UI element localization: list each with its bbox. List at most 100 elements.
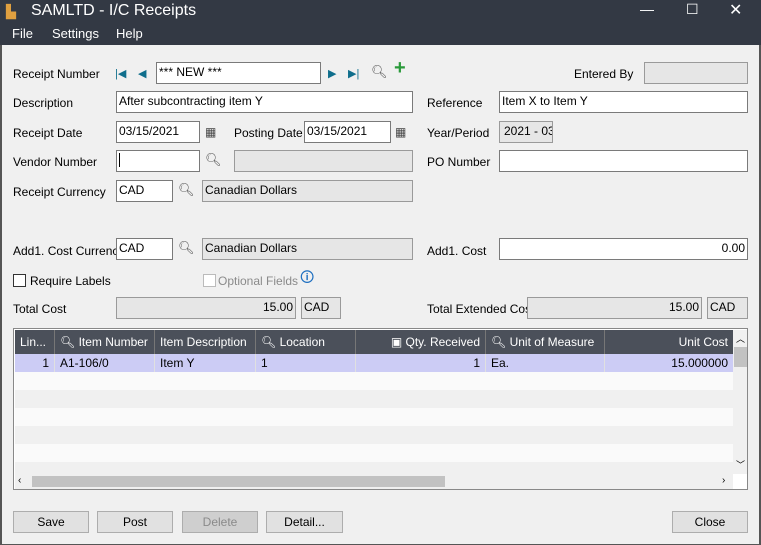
posting-date-input[interactable]: 03/15/2021 [304,121,391,143]
column-header-qty-received[interactable]: ▣ Qty. Received [356,330,486,354]
total-extended-cost-currency: CAD [707,297,748,319]
receipt-currency-description: Canadian Dollars [202,180,413,202]
last-record-icon[interactable]: ▶| [348,67,359,81]
search-icon[interactable]: 🔍︎ [178,183,195,197]
menu-help[interactable]: Help [116,26,143,41]
column-label: Item Number [78,335,148,349]
cell-line: 1 [15,354,55,372]
optional-fields-checkbox[interactable] [203,274,216,287]
column-header-item-number[interactable]: 🔍︎ Item Number [55,330,155,354]
description-label: Description [13,96,74,110]
po-number-label: PO Number [427,155,491,169]
optional-fields-label: Optional Fields [218,274,299,288]
addl-cost-input[interactable]: 0.00 [499,238,748,260]
add-icon[interactable]: + [394,58,406,78]
year-period-label: Year/Period [427,126,490,140]
optional-fields-info-icon[interactable]: 🛈 [300,270,314,284]
cell-unit-of-measure: Ea. [486,354,605,372]
table-row[interactable] [15,390,733,408]
receipt-number-input[interactable]: *** NEW *** [156,62,321,84]
receipt-currency-label: Receipt Currency [13,185,106,199]
table-row[interactable] [15,408,733,426]
detail-button[interactable]: Detail... [266,511,343,533]
total-cost-label: Total Cost [13,302,67,316]
horizontal-scroll-thumb[interactable] [32,476,445,487]
table-row[interactable] [15,426,733,444]
receipt-date-label: Receipt Date [13,126,83,140]
addl-cost-currency-description: Canadian Dollars [202,238,413,260]
vendor-number-input[interactable] [116,150,200,172]
addl-cost-label: Add1. Cost [427,244,487,258]
first-record-icon[interactable]: |◀ [115,67,126,81]
cell-unit-cost: 15.000000 [605,354,734,372]
reference-input[interactable]: Item X to Item Y [499,91,748,113]
cell-item-description: Item Y [155,354,256,372]
search-icon: 🔍︎ [60,335,79,349]
require-labels-label: Require Labels [30,274,111,288]
entered-by-label: Entered By [574,67,634,81]
description-input[interactable]: After subcontracting item Y [116,91,413,113]
column-label: Unit of Measure [509,335,595,349]
column-header-item-description[interactable]: Item Description [155,330,256,354]
search-icon[interactable]: 🔍︎ [371,65,388,79]
column-header-location[interactable]: 🔍︎ Location [256,330,356,354]
entered-by-field [644,62,748,84]
vertical-scrollbar[interactable]: ︿ ﹀ [733,330,747,474]
search-icon[interactable]: 🔍︎ [178,241,195,255]
addl-cost-currency-label: Add1. Cost Currency [13,244,125,258]
menu-bar: File Settings Help [0,22,761,45]
vendor-number-label: Vendor Number [13,155,98,169]
column-header-unit-of-measure[interactable]: 🔍︎ Unit of Measure [486,330,605,354]
vendor-name-field [234,150,413,172]
calendar-icon[interactable]: ▦ [395,125,406,139]
column-header-unit-cost[interactable]: Unit Cost [605,330,734,354]
serial-lot-icon: ▣ [390,335,406,349]
require-labels-checkbox[interactable] [13,274,26,287]
scroll-up-icon[interactable]: ︿ [736,332,745,345]
table-row[interactable] [15,462,733,474]
po-number-input[interactable] [499,150,748,172]
close-button[interactable]: Close [672,511,748,533]
scroll-right-icon[interactable]: › [722,475,725,486]
addl-cost-currency-input[interactable]: CAD [116,238,173,260]
menu-settings[interactable]: Settings [52,26,99,41]
receipt-number-label: Receipt Number [13,67,100,81]
total-cost-field: 15.00 [116,297,296,319]
maximize-button[interactable]: ☐ [686,1,699,18]
vertical-scroll-thumb[interactable] [734,347,747,367]
table-row[interactable] [15,444,733,462]
delete-button[interactable]: Delete [182,511,258,533]
total-extended-cost-field: 15.00 [527,297,702,319]
column-label: Location [279,335,325,349]
receipt-date-input[interactable]: 03/15/2021 [116,121,200,143]
close-window-button[interactable]: ✕ [729,0,742,20]
receipt-currency-input[interactable]: CAD [116,180,173,202]
horizontal-scrollbar[interactable]: ‹ › [15,474,733,489]
total-cost-currency: CAD [301,297,341,319]
app-icon: ▙ [6,4,16,19]
cell-location: 1 [256,354,356,372]
table-row[interactable]: 1 A1-106/0 Item Y 1 1 Ea. 15.000000 [15,354,734,372]
search-icon[interactable]: 🔍︎ [205,153,222,167]
posting-date-label: Posting Date [234,126,303,140]
reference-label: Reference [427,96,483,110]
next-record-icon[interactable]: ▶ [328,67,336,81]
search-icon: 🔍︎ [491,335,510,349]
previous-record-icon[interactable]: ◀ [138,67,146,81]
post-button[interactable]: Post [97,511,173,533]
total-extended-cost-label: Total Extended Cost [427,302,535,316]
calendar-icon[interactable]: ▦ [205,125,216,139]
menu-file[interactable]: File [12,26,33,41]
column-header-line[interactable]: Lin... [15,330,55,354]
scroll-left-icon[interactable]: ‹ [18,475,21,486]
search-icon: 🔍︎ [261,335,280,349]
scroll-down-icon[interactable]: ﹀ [736,458,745,471]
minimize-button[interactable]: — [640,1,654,17]
save-button[interactable]: Save [13,511,89,533]
receipt-lines-grid[interactable]: Lin... 🔍︎ Item Number Item Description 🔍… [13,328,748,490]
table-row[interactable] [15,372,733,390]
cell-item-number: A1-106/0 [55,354,155,372]
year-period-field: 2021 - 03 [499,121,553,143]
cell-qty-received: 1 [356,354,486,372]
title-bar: ▙ SAMLTD - I/C Receipts — ☐ ✕ [0,0,761,22]
